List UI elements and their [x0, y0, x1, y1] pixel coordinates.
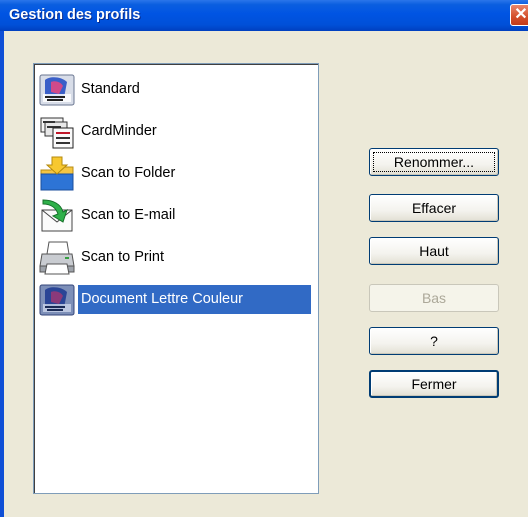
list-item[interactable]: Standard: [37, 70, 315, 110]
window-title: Gestion des profils: [9, 7, 141, 23]
list-item-label: Scan to Print: [81, 249, 165, 265]
card-scanner-icon: [40, 117, 74, 149]
close-window-button[interactable]: ✕: [510, 4, 528, 26]
move-up-button[interactable]: Haut: [369, 237, 499, 265]
window-frame-left: [0, 31, 4, 517]
move-down-button[interactable]: Bas: [369, 284, 499, 312]
list-item-selected[interactable]: Document Lettre Couleur: [37, 280, 315, 320]
close-button[interactable]: Fermer: [369, 370, 499, 398]
list-item-label: CardMinder: [81, 123, 157, 139]
folder-arrow-icon: [40, 156, 74, 191]
list-item[interactable]: Scan to Folder: [37, 154, 315, 194]
delete-button[interactable]: Effacer: [369, 194, 499, 222]
printer-icon: [39, 241, 75, 275]
list-item[interactable]: CardMinder: [37, 112, 315, 152]
help-button[interactable]: ?: [369, 327, 499, 355]
title-bar[interactable]: Gestion des profils ✕: [0, 0, 528, 31]
scanner-organizer-icon: [39, 284, 75, 316]
list-item-label: Standard: [81, 81, 140, 97]
envelope-arrow-icon: [41, 199, 73, 232]
profile-list[interactable]: Standard CardMinder Scan to Folder Scan …: [33, 63, 319, 494]
close-icon: ✕: [514, 6, 528, 23]
list-item-label: Scan to E-mail: [81, 207, 176, 223]
list-item-label: Scan to Folder: [81, 165, 176, 181]
scanner-organizer-icon: [39, 74, 75, 106]
list-item[interactable]: Scan to Print: [37, 238, 315, 278]
rename-button[interactable]: Renommer...: [369, 148, 499, 176]
list-item-label: Document Lettre Couleur: [81, 291, 243, 307]
list-item[interactable]: Scan to E-mail: [37, 196, 315, 236]
profile-manager-dialog: Gestion des profils ✕ Standard CardMinde…: [0, 0, 528, 517]
